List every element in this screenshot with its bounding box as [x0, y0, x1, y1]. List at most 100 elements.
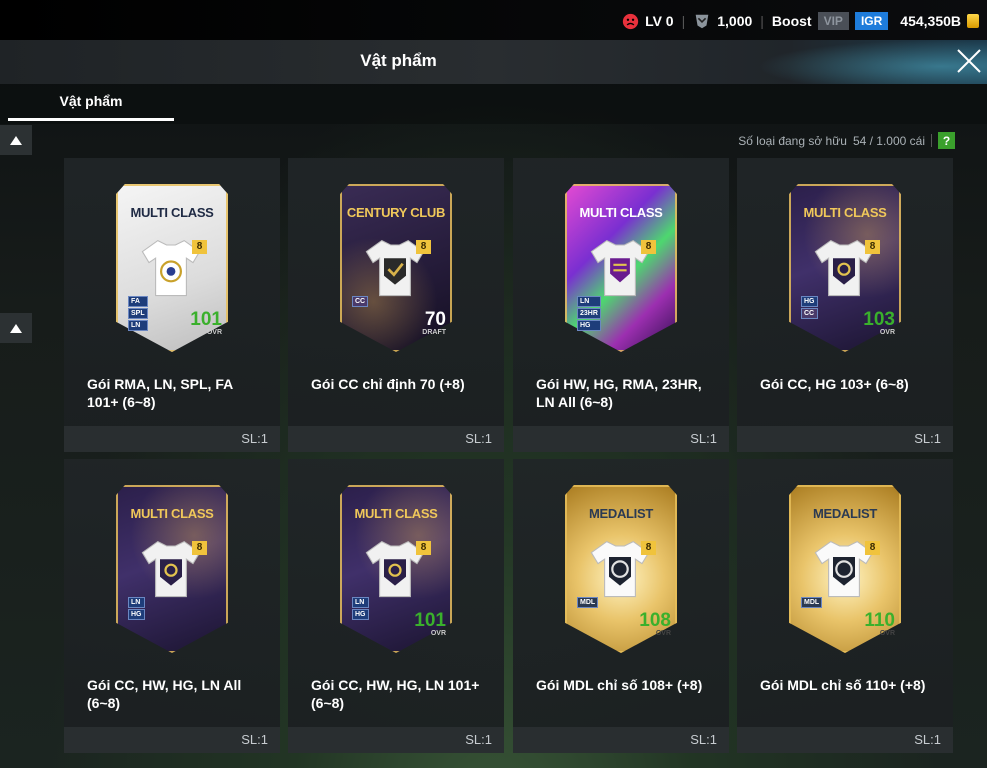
- tag: CC: [801, 308, 818, 319]
- item-name: Gói HW, HG, RMA, 23HR, LN All (6~8): [536, 376, 702, 410]
- ovr-sub: DRAFT: [422, 329, 446, 336]
- tag: LN: [128, 597, 145, 608]
- level-text: LV 0: [645, 13, 674, 29]
- item-card[interactable]: MULTI CLASS 8 FA SPL LN 101 OVR Gói RMA,…: [64, 158, 280, 452]
- item-quantity: SL:1: [241, 431, 268, 446]
- boost-label[interactable]: Boost: [772, 13, 812, 29]
- ovr-value: 110: [864, 610, 895, 631]
- item-name: Gói MDL chỉ số 110+ (+8): [760, 677, 926, 693]
- pack-card: MEDALIST 8 MDL 110 OVR: [789, 485, 901, 653]
- item-card[interactable]: MULTI CLASS 8 LN HG Gói CC, HW, HG, LN A…: [64, 459, 280, 753]
- item-card[interactable]: MULTI CLASS 8 LN HG 101 OVR Gói CC, HW, …: [288, 459, 504, 753]
- item-footer: SL:1: [64, 426, 280, 452]
- card-tags: LN 23HR HG: [577, 296, 601, 331]
- card-ovr: 108 OVR: [639, 611, 671, 637]
- count-value: 54 / 1.000 cái: [852, 133, 925, 148]
- card-tags: MDL: [577, 597, 599, 608]
- tag: 23HR: [577, 308, 601, 319]
- card-title: CENTURY CLUB: [346, 205, 446, 220]
- scroll-page-up-button[interactable]: [0, 313, 32, 343]
- close-icon[interactable]: [955, 47, 983, 75]
- card-title: MULTI CLASS: [354, 506, 438, 521]
- count-label: Số loại đang sở hữu: [738, 133, 847, 148]
- item-name: Gói CC chỉ định 70 (+8): [311, 376, 465, 392]
- ovr-sub: OVR: [879, 329, 895, 336]
- card-level: 8: [641, 240, 656, 254]
- tag: SPL: [128, 308, 148, 319]
- pack-card: CENTURY CLUB 8 CC 70 DRAFT: [340, 184, 452, 352]
- tag: MDL: [801, 597, 823, 608]
- tag: CC: [352, 296, 369, 307]
- coins-text: 1,000: [717, 13, 753, 29]
- card-level: 8: [416, 541, 431, 555]
- tag: HG: [801, 296, 818, 307]
- bp-amount: 454,350B: [900, 13, 961, 29]
- item-quantity: SL:1: [690, 431, 717, 446]
- item-quantity: SL:1: [465, 732, 492, 747]
- ovr-value: 101: [190, 309, 222, 330]
- card-level: 8: [865, 240, 880, 254]
- ovr-value: 101: [414, 610, 446, 631]
- card-level: 8: [416, 240, 431, 254]
- item-footer: SL:1: [513, 426, 729, 452]
- item-footer: SL:1: [288, 426, 504, 452]
- ovr-sub: OVR: [879, 630, 895, 637]
- tab-active-indicator: [8, 118, 174, 121]
- header: Vật phẩm: [0, 40, 987, 84]
- scroll-up-button[interactable]: [0, 125, 32, 155]
- card-title: MEDALIST: [812, 506, 878, 521]
- divider: |: [681, 13, 686, 29]
- card-ovr: 70 DRAFT: [422, 310, 446, 336]
- ovr-value: 108: [639, 610, 671, 631]
- vip-badge[interactable]: VIP: [817, 12, 849, 30]
- item-quantity: SL:1: [465, 431, 492, 446]
- item-card[interactable]: MULTI CLASS 8 LN 23HR HG Gói HW, HG, RMA…: [513, 158, 729, 452]
- sad-face-icon: [622, 13, 639, 29]
- card-title: MULTI CLASS: [130, 506, 214, 521]
- card-ovr: 101 OVR: [190, 310, 222, 336]
- card-title: MULTI CLASS: [579, 205, 663, 220]
- item-card[interactable]: MEDALIST 8 MDL 108 OVR Gói MDL chỉ số 10…: [513, 459, 729, 753]
- card-tags: MDL: [801, 597, 823, 608]
- ovr-sub: OVR: [655, 630, 671, 637]
- ovr-sub: OVR: [430, 630, 446, 637]
- igr-badge[interactable]: IGR: [854, 12, 889, 30]
- item-quantity: SL:1: [914, 431, 941, 446]
- item-name: Gói CC, HG 103+ (6~8): [760, 376, 909, 392]
- help-icon[interactable]: ?: [938, 132, 955, 149]
- tag: LN: [577, 296, 601, 307]
- item-card[interactable]: CENTURY CLUB 8 CC 70 DRAFT Gói CC chỉ đị…: [288, 158, 504, 452]
- pack-card: MULTI CLASS 8 FA SPL LN 101 OVR: [116, 184, 228, 352]
- items-grid: MULTI CLASS 8 FA SPL LN 101 OVR Gói RMA,…: [64, 158, 953, 768]
- tag: HG: [352, 609, 369, 620]
- card-tags: LN HG: [352, 597, 369, 620]
- tab-items[interactable]: Vật phẩm: [8, 93, 174, 121]
- card-ovr: 110 OVR: [864, 611, 895, 637]
- pack-card: MULTI CLASS 8 LN HG 101 OVR: [340, 485, 452, 653]
- card-level: 8: [192, 541, 207, 555]
- card-tags: CC: [352, 296, 369, 307]
- tag: LN: [352, 597, 369, 608]
- pack-card: MULTI CLASS 8 LN 23HR HG: [565, 184, 677, 352]
- card-tags: FA SPL LN: [128, 296, 148, 331]
- item-quantity: SL:1: [241, 732, 268, 747]
- item-name: Gói CC, HW, HG, LN 101+ (6~8): [311, 677, 480, 711]
- tag: HG: [128, 609, 145, 620]
- tag: LN: [128, 320, 148, 331]
- item-name: Gói MDL chỉ số 108+ (+8): [536, 677, 703, 693]
- tag: HG: [577, 320, 601, 331]
- tag: MDL: [577, 597, 599, 608]
- item-footer: SL:1: [737, 426, 953, 452]
- ovr-value: 103: [863, 309, 895, 330]
- divider: |: [760, 13, 764, 29]
- item-card[interactable]: MULTI CLASS 8 HG CC 103 OVR Gói CC, HG 1…: [737, 158, 953, 452]
- status-right: LV 0 | 1,000 | Boost VIP IGR 454,350B: [622, 10, 979, 32]
- card-level: 8: [192, 240, 207, 254]
- item-footer: SL:1: [288, 727, 504, 753]
- card-title: MULTI CLASS: [130, 205, 214, 220]
- divider: [931, 134, 932, 147]
- pack-card: MEDALIST 8 MDL 108 OVR: [565, 485, 677, 653]
- item-quantity: SL:1: [914, 732, 941, 747]
- card-tags: HG CC: [801, 296, 818, 319]
- item-card[interactable]: MEDALIST 8 MDL 110 OVR Gói MDL chỉ số 11…: [737, 459, 953, 753]
